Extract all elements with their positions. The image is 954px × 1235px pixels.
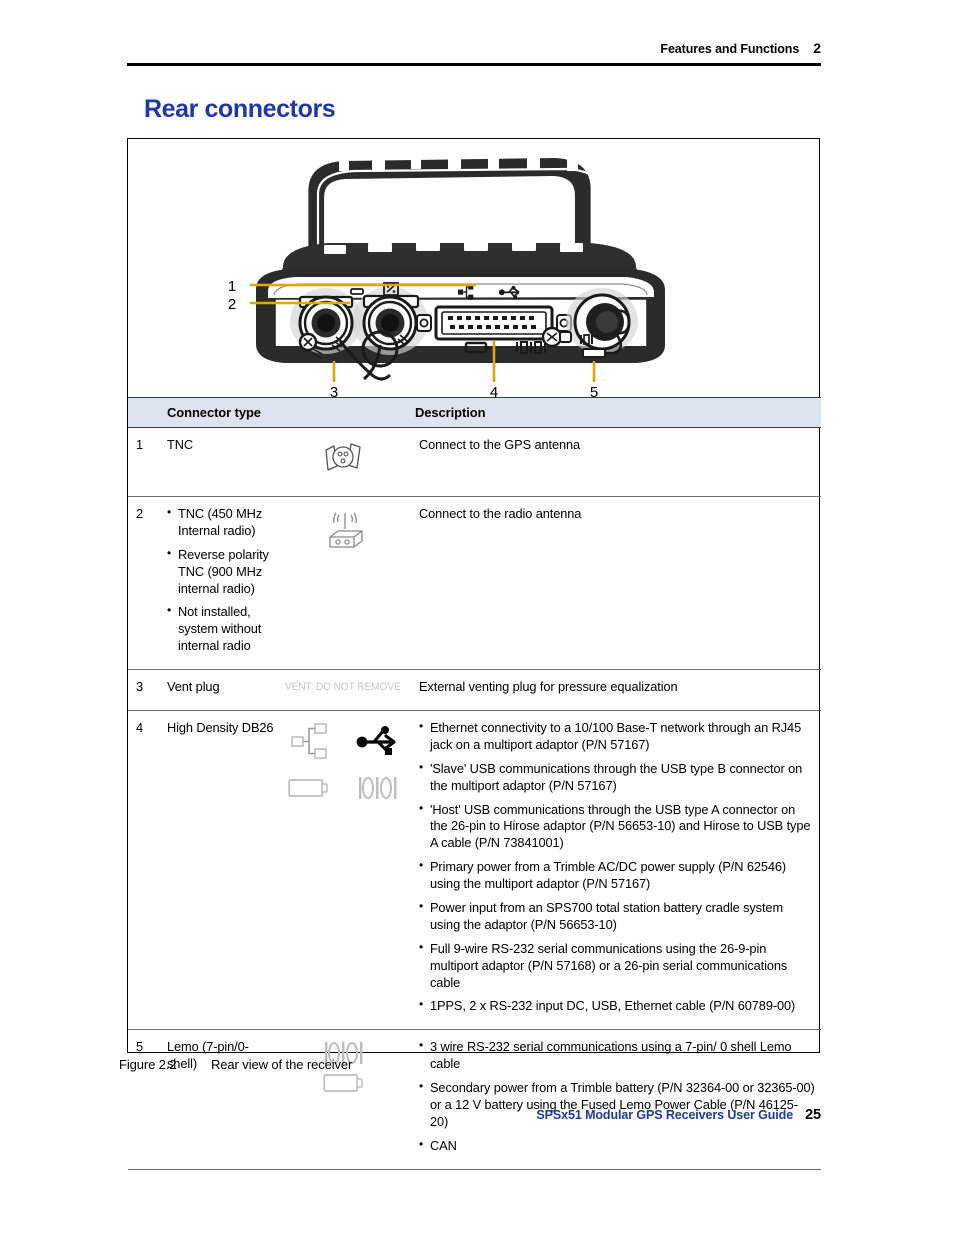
row-number: 2: [128, 496, 161, 671]
row-connector-type: TNC: [161, 427, 281, 497]
row-number: 3: [128, 669, 161, 712]
column-header-number: [128, 397, 161, 428]
table-bottom-spacer: [128, 1169, 821, 1203]
row-description: Ethernet connectivity to a 10/100 Base-T…: [411, 710, 821, 1031]
header-chapter-title: Features and Functions: [660, 42, 800, 56]
list-item: TNC (450 MHz Internal radio): [167, 505, 275, 540]
page-title: Rear connectors: [144, 95, 336, 123]
page-running-header: Features and Functions 2: [127, 40, 821, 58]
row-number: 4: [128, 710, 161, 1031]
row-number: 1: [128, 427, 161, 497]
page-footer: SPSx51 Modular GPS Receivers User Guide 2…: [127, 1107, 821, 1123]
row-icon-cell: [281, 496, 411, 671]
radio-antenna-icon: [329, 512, 363, 548]
figure-caption-number: Figure 2.2: [119, 1057, 177, 1072]
column-header-icon: [281, 397, 411, 428]
column-header-description: Description: [411, 397, 821, 428]
row-icon-cell: VENT: DO NOT REMOVE: [281, 669, 411, 712]
figure-caption-text: Rear view of the receiver: [211, 1057, 353, 1072]
handle-arch: [308, 158, 591, 257]
callout-number-2: 2: [228, 296, 236, 313]
list-item: Primary power from a Trimble AC/DC power…: [419, 858, 815, 893]
table-row: 2 TNC (450 MHz Internal radio) Reverse p…: [128, 496, 821, 671]
serial-port-icon: [359, 777, 397, 800]
callout-number-1: 1: [228, 278, 236, 295]
callout-number-4: 4: [490, 384, 498, 397]
row-icon-cell: [281, 1029, 411, 1170]
list-item: 1PPS, 2 x RS-232 input DC, USB, Ethernet…: [419, 997, 815, 1015]
tnc-connector-icon: [325, 443, 361, 471]
footer-document-title: SPSx51 Modular GPS Receivers User Guide: [536, 1108, 794, 1122]
row-connector-type: Lemo (7-pin/0-shell): [161, 1029, 281, 1170]
usb-icon: [356, 726, 396, 756]
list-item: Secondary power from a Trimble battery (…: [419, 1079, 815, 1131]
connector-table: Connector type Description 1 TNC Connect…: [128, 397, 821, 1203]
table-header-row: Connector type Description: [128, 397, 821, 428]
row-icon-cell: [281, 710, 411, 1031]
callout-number-3: 3: [330, 384, 338, 397]
list-item: CAN: [419, 1137, 815, 1155]
list-item: 'Host' USB communications through the US…: [419, 801, 815, 853]
table-row: 5 Lemo (7-pin/0-shell) • 3 wire RS-232 s…: [128, 1029, 821, 1170]
table-row: 1 TNC Connect to the GPS antenna: [128, 427, 821, 497]
description-bullet-list: Ethernet connectivity to a 10/100 Base-T…: [419, 719, 815, 1015]
handle-highlight: [316, 167, 604, 255]
row-connector-type: TNC (450 MHz Internal radio) Reverse pol…: [161, 496, 281, 671]
description-bullet-list: 3 wire RS-232 serial communications usin…: [419, 1038, 815, 1155]
figure-caption: Figure 2.2 Rear view of the receiver: [119, 1057, 352, 1072]
row-description: 3 wire RS-232 serial communications usin…: [411, 1029, 821, 1170]
row-description: Connect to the GPS antenna: [411, 427, 821, 497]
connector-type-bullet-list: TNC (450 MHz Internal radio) Reverse pol…: [167, 505, 275, 655]
battery-icon: [288, 779, 328, 797]
list-item: 'Slave' USB communications through the U…: [419, 760, 815, 795]
list-item: Full 9-wire RS-232 serial communications…: [419, 940, 815, 992]
row-description: Connect to the radio antenna: [411, 496, 821, 671]
table-row: 4 High Density DB26 • Ethernet connectiv…: [128, 710, 821, 1031]
row-description: External venting plug for pressure equal…: [411, 669, 821, 712]
ethernet-network-icon: [291, 723, 327, 759]
list-item: 3 wire RS-232 serial communications usin…: [419, 1038, 815, 1073]
warning-triangle-icon: [281, 686, 283, 688]
row-number: 5: [128, 1029, 161, 1170]
table-row: 3 Vent plug VENT: DO NOT REMOVE External…: [128, 669, 821, 712]
list-item: Power input from an SPS700 total station…: [419, 899, 815, 934]
vent-warning-group: VENT: DO NOT REMOVE: [281, 680, 401, 695]
footer-page-number: 25: [805, 1107, 821, 1123]
header-divider-rule: [127, 63, 821, 66]
column-header-connector-type: Connector type: [161, 397, 281, 428]
receiver-rear-view-illustration: 1 2 3 4 5: [128, 139, 819, 397]
list-item: Ethernet connectivity to a 10/100 Base-T…: [419, 719, 815, 754]
figure-container: 1 2 3 4 5 Connector type Description 1 T…: [127, 138, 821, 1170]
row-connector-type: High Density DB26: [161, 710, 281, 1031]
battery-icon: [323, 1074, 363, 1093]
list-item: Reverse polarity TNC (900 MHz internal r…: [167, 546, 275, 598]
vent-warning-label: VENT: DO NOT REMOVE: [285, 681, 401, 694]
row-connector-type: Vent plug: [161, 669, 281, 712]
row-icon-cell: [281, 427, 411, 497]
callout-number-5: 5: [590, 384, 598, 397]
header-chapter-number: 2: [813, 40, 821, 56]
list-item: Not installed, system without internal r…: [167, 603, 275, 655]
